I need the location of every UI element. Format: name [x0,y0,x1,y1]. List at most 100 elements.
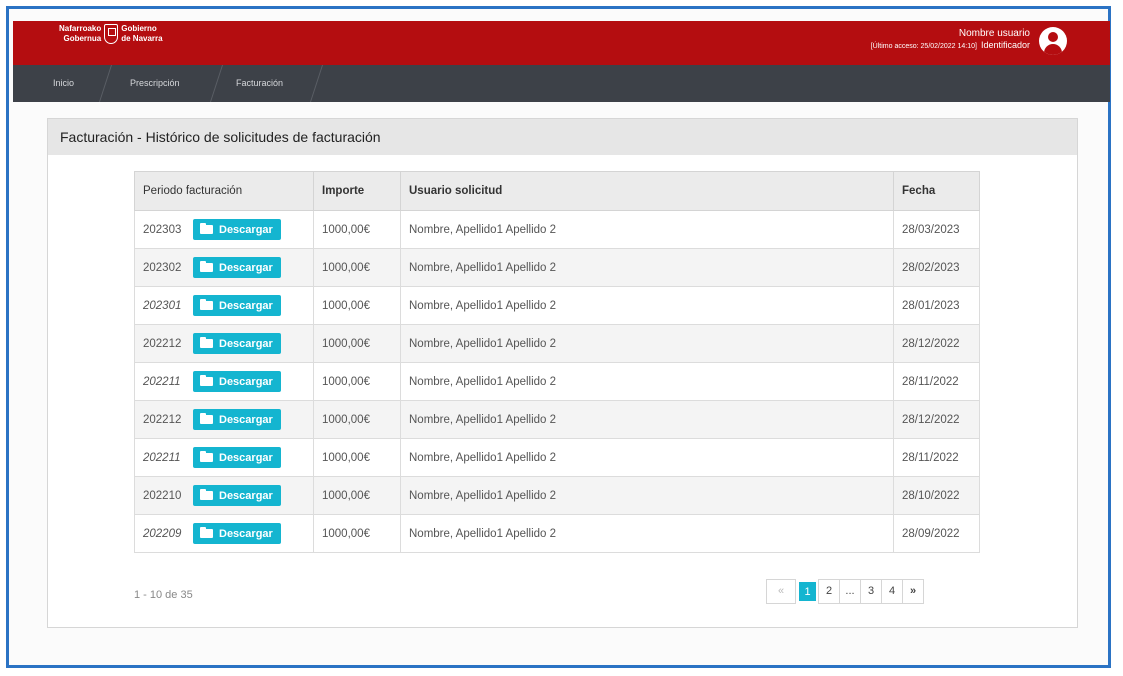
table-row: 202212 Descargar 1000,00€ Nombre, Apellido1… [134,400,980,439]
cell-usuario: Nombre, Apellido1 Apellido 2 [400,400,894,439]
table-row: 202212 Descargar 1000,00€ Nombre, Apellido1… [134,324,980,363]
download-label: Descargar [219,375,273,388]
download-button[interactable]: Descargar [193,295,281,316]
download-label: Descargar [219,261,273,274]
download-button[interactable]: Descargar [193,485,281,506]
folder-open-icon [200,223,213,234]
table-row: 202301 Descargar 1000,00€ Nombre, Apellido1… [134,286,980,325]
periodo-value: 202211 [143,375,181,388]
cell-usuario: Nombre, Apellido1 Apellido 2 [400,438,894,477]
pagination-page-1[interactable]: 1 [799,582,816,601]
nav-item-facturacion[interactable]: Facturación [236,65,283,102]
panel-title: Facturación - Histórico de solicitudes d… [48,119,1077,155]
cell-periodo: 202302 Descargar [134,248,314,287]
folder-open-icon [200,413,213,424]
folder-open-icon [200,375,213,386]
cell-fecha: 28/10/2022 [893,476,980,515]
download-label: Descargar [219,223,273,236]
cell-usuario: Nombre, Apellido1 Apellido 2 [400,362,894,401]
download-label: Descargar [219,413,273,426]
cell-importe: 1000,00€ [313,438,401,477]
cell-importe: 1000,00€ [313,210,401,249]
periodo-value: 202212 [143,337,182,350]
folder-open-icon [200,451,213,462]
pagination-page-3[interactable]: 3 [860,579,882,604]
pagination-prev-button[interactable]: « [766,579,796,604]
table-row: 202302 Descargar 1000,00€ Nombre, Apellido1… [134,248,980,287]
top-header: Nafarroako Gobernua Gobierno de Navarra … [13,21,1110,65]
cell-importe: 1000,00€ [313,476,401,515]
user-avatar-icon[interactable] [1039,27,1067,55]
download-button[interactable]: Descargar [193,257,281,278]
cell-fecha: 28/12/2022 [893,324,980,363]
download-label: Descargar [219,299,273,312]
cell-fecha: 28/11/2022 [893,362,980,401]
logo-text-basque-1: Nafarroako [59,24,102,33]
nav-separator [98,65,113,102]
periodo-value: 202301 [143,299,182,312]
results-range: 1 - 10 de 35 [134,589,193,601]
download-button[interactable]: Descargar [193,371,281,392]
periodo-value: 202302 [143,261,182,274]
cell-importe: 1000,00€ [313,248,401,287]
download-button[interactable]: Descargar [193,447,281,468]
periodo-value: 202212 [143,413,182,426]
cell-usuario: Nombre, Apellido1 Apellido 2 [400,286,894,325]
coat-of-arms-icon [104,24,119,44]
table-row: 202211 Descargar 1000,00€ Nombre, Apellido1… [134,362,980,401]
download-label: Descargar [219,489,273,502]
download-button[interactable]: Descargar [193,333,281,354]
billing-history-panel: Facturación - Histórico de solicitudes d… [47,118,1078,628]
cell-periodo: 202212 Descargar [134,400,314,439]
logo-text-spanish-1: Gobierno [121,24,157,33]
pagination: « 1 2 ... 3 4 » [766,579,924,604]
cell-usuario: Nombre, Apellido1 Apellido 2 [400,514,894,553]
gobierno-navarra-logo[interactable]: Nafarroako Gobernua Gobierno de Navarra [59,24,163,44]
column-header-fecha[interactable]: Fecha [893,171,980,211]
cell-periodo: 202210 Descargar [134,476,314,515]
cell-importe: 1000,00€ [313,362,401,401]
download-label: Descargar [219,527,273,540]
cell-periodo: 202303 Descargar [134,210,314,249]
cell-importe: 1000,00€ [313,400,401,439]
cell-periodo: 202211 Descargar [134,438,314,477]
cell-periodo: 202211 Descargar [134,362,314,401]
nav-item-prescripcion[interactable]: Prescripción [130,65,180,102]
nav-item-inicio[interactable]: Inicio [53,65,74,102]
download-button[interactable]: Descargar [193,523,281,544]
cell-importe: 1000,00€ [313,514,401,553]
pagination-page-2[interactable]: 2 [818,579,840,604]
user-name[interactable]: Nombre usuario [871,27,1030,40]
periodo-value: 202303 [143,223,182,236]
folder-open-icon [200,489,213,500]
periodo-value: 202211 [143,451,181,464]
cell-usuario: Nombre, Apellido1 Apellido 2 [400,476,894,515]
cell-fecha: 28/11/2022 [893,438,980,477]
table-row: 202211 Descargar 1000,00€ Nombre, Apellido1… [134,438,980,477]
pagination-ellipsis: ... [839,579,861,604]
cell-periodo: 202209 Descargar [134,514,314,553]
folder-open-icon [200,261,213,272]
download-label: Descargar [219,451,273,464]
nav-separator [309,65,324,102]
column-header-importe[interactable]: Importe [313,171,401,211]
logo-text-basque-2: Gobernua [63,34,102,43]
cell-fecha: 28/09/2022 [893,514,980,553]
periodo-value: 202210 [143,489,182,502]
column-header-periodo[interactable]: Periodo facturación [134,171,314,211]
cell-usuario: Nombre, Apellido1 Apellido 2 [400,324,894,363]
table-row: 202210 Descargar 1000,00€ Nombre, Apellido1… [134,476,980,515]
pagination-page-4[interactable]: 4 [881,579,903,604]
cell-fecha: 28/03/2023 [893,210,980,249]
cell-periodo: 202301 Descargar [134,286,314,325]
nav-separator [209,65,224,102]
cell-fecha: 28/02/2023 [893,248,980,287]
billing-table: Periodo facturación Importe Usuario soli… [134,171,980,553]
column-header-usuario[interactable]: Usuario solicitud [400,171,894,211]
download-button[interactable]: Descargar [193,219,281,240]
pagination-next-button[interactable]: » [902,579,924,604]
logo-text-spanish-2: de Navarra [121,34,163,43]
user-identifier: Identificador [980,40,1030,50]
table-row: 202209 Descargar 1000,00€ Nombre, Apellido1… [134,514,980,553]
download-button[interactable]: Descargar [193,409,281,430]
